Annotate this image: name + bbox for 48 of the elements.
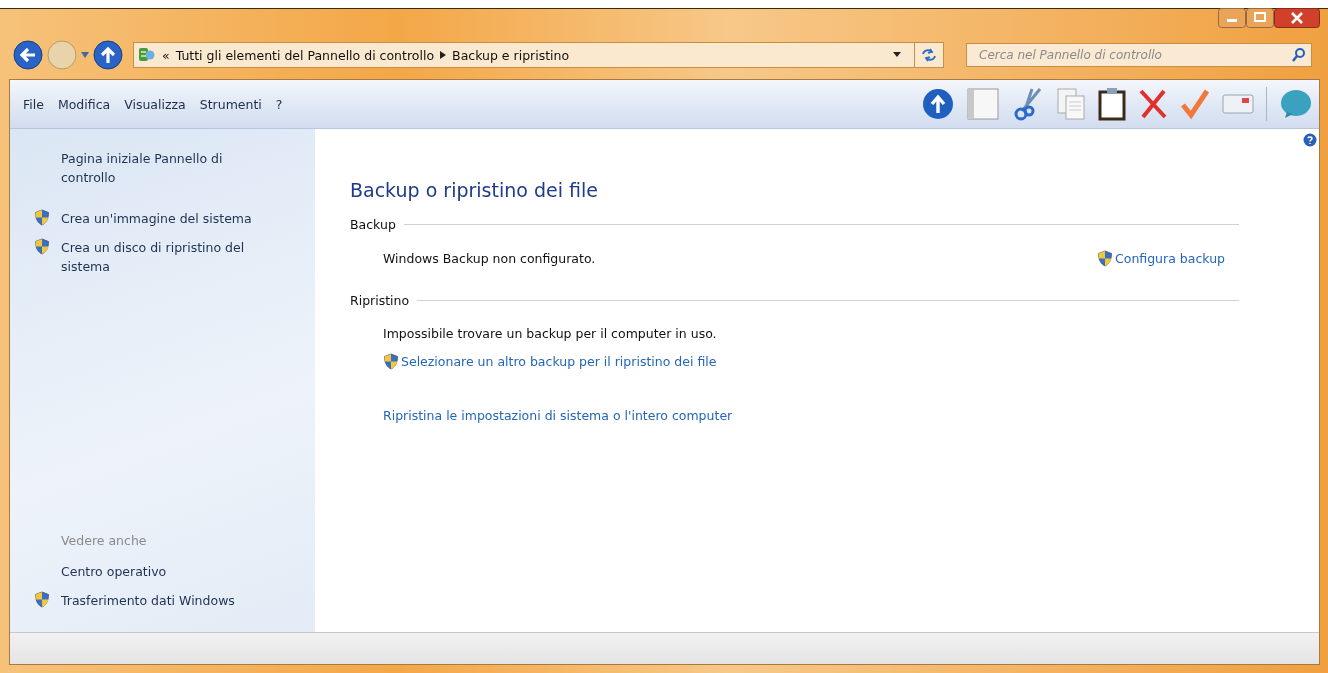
refresh-icon[interactable] [921,48,937,62]
up-button[interactable] [93,40,123,70]
shield-icon [383,353,399,370]
sidebar-link[interactable]: Crea un disco di ripristino del sistema [61,238,286,276]
address-overflow-marker[interactable]: « [162,47,170,63]
maximize-button[interactable] [1246,8,1274,28]
sidebar-link[interactable]: Centro operativo [61,562,167,581]
status-text: Windows Backup non configurato. [383,251,596,266]
help-icon[interactable] [1303,133,1317,147]
shield-icon [34,238,50,255]
shield-icon [34,209,50,226]
control-panel-icon [138,46,156,64]
minimize-button[interactable] [1218,8,1246,28]
checkmark-icon[interactable] [1180,88,1210,120]
scissors-icon[interactable] [1012,87,1044,121]
action-link[interactable]: Configura backup [1097,250,1225,267]
close-button[interactable] [1274,8,1320,28]
search-field[interactable]: Cerca nel Pannello di controllo [966,43,1312,67]
speech-bubble-icon[interactable] [1279,88,1313,120]
back-button[interactable] [13,40,43,70]
menu-item[interactable]: Strumenti [192,93,269,115]
page-title: Backup o ripristino dei file [350,179,599,201]
address-bar[interactable]: « Tutti gli elementi del Pannello di controllo Backup e ripristino [133,42,944,68]
menu-item[interactable]: ? [268,93,290,115]
search-icon[interactable] [1292,48,1305,62]
delete-icon[interactable] [1138,88,1168,120]
action-link[interactable]: Ripristina le impostazioni di sistema o l'intero computer [383,408,1239,423]
action-link[interactable]: Selezionare un altro backup per il ripristino dei file [383,353,1239,370]
history-dropdown-icon[interactable] [81,52,89,58]
section-heading: Ripristino [350,293,410,308]
menu-item[interactable]: File [16,93,51,115]
sidebar-link[interactable]: Trasferimento dati Windows [61,591,235,610]
sidebar-link[interactable]: Pagina iniziale Pannello di controllo [61,149,261,187]
shield-icon [34,591,50,608]
shield-icon [1097,250,1113,267]
breadcrumb-separator-icon[interactable] [440,51,447,59]
menu-item[interactable]: Visualizza [117,93,193,115]
clipboard-icon[interactable] [1098,87,1126,121]
menu-item[interactable]: Modifica [50,93,118,115]
status-text: Impossibile trovare un backup per il computer in uso. [383,326,717,341]
breadcrumb-item[interactable]: Tutti gli elementi del Pannello di controllo [175,47,435,63]
search-input[interactable]: Cerca nel Pannello di controllo [977,47,1292,63]
breadcrumb-item[interactable]: Backup e ripristino [452,47,570,63]
envelope-icon[interactable] [1222,92,1254,116]
section-heading: Backup [350,217,396,232]
see-also-heading: Vedere anche [61,533,148,548]
upload-icon[interactable] [922,88,954,120]
sidebar-link[interactable]: Crea un'immagine del sistema [61,209,252,228]
